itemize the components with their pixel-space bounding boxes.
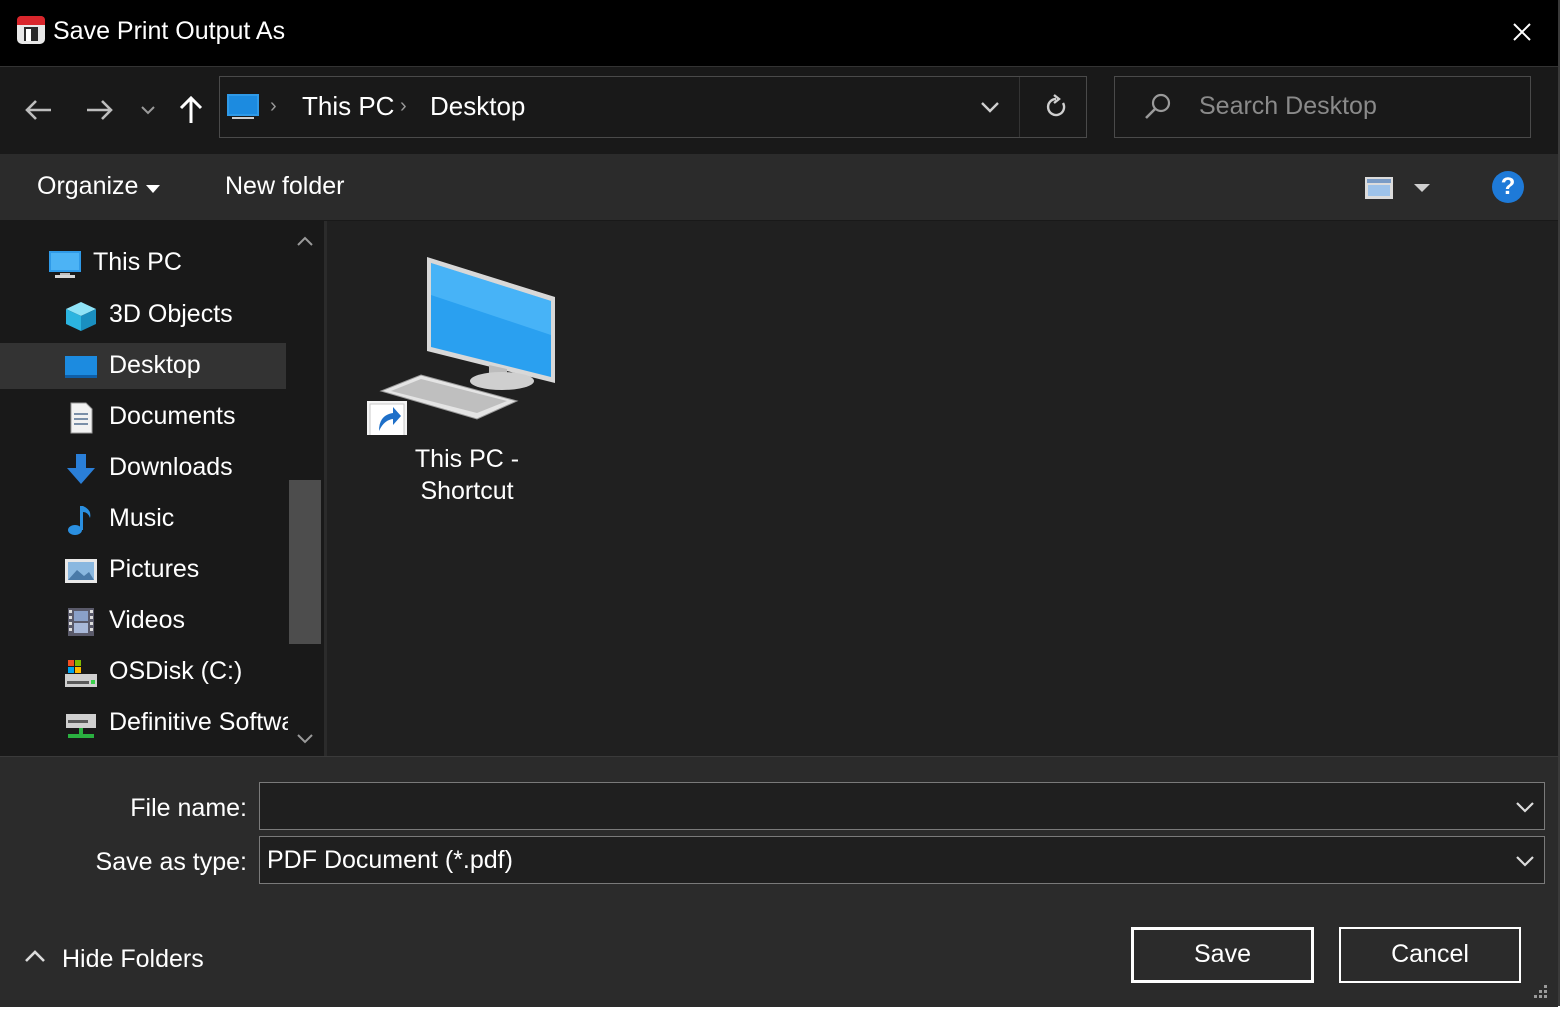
help-icon[interactable]: ? bbox=[1492, 171, 1524, 203]
sidebar-item-label: Videos bbox=[109, 606, 185, 634]
sidebar-item-downloads[interactable]: Downloads bbox=[0, 445, 286, 491]
sidebar-item-label: Desktop bbox=[109, 351, 201, 379]
arrow-left-icon bbox=[25, 100, 51, 120]
breadcrumb-this-pc[interactable]: This PC bbox=[302, 91, 394, 122]
hide-folders-button[interactable]: Hide Folders bbox=[62, 945, 204, 974]
close-icon bbox=[1513, 23, 1531, 41]
save-as-type-select[interactable]: PDF Document (*.pdf) bbox=[259, 836, 1545, 884]
scrollbar-thumb[interactable] bbox=[289, 480, 321, 644]
caret-down-icon[interactable] bbox=[1413, 183, 1431, 193]
navigation-bar: › This PC › Desktop Search Desktop bbox=[0, 67, 1558, 154]
sidebar-item-videos[interactable]: Videos bbox=[0, 598, 286, 644]
file-item-label-line: Shortcut bbox=[420, 477, 514, 505]
chevron-down-icon bbox=[1516, 802, 1534, 813]
desktop-icon bbox=[65, 356, 97, 378]
arrow-right-icon bbox=[87, 100, 113, 120]
breadcrumb-separator: › bbox=[400, 95, 407, 117]
up-button[interactable] bbox=[174, 93, 208, 127]
recent-locations-button[interactable] bbox=[133, 93, 163, 127]
sidebar-item-label: Music bbox=[109, 504, 175, 532]
organize-button[interactable]: Organize bbox=[37, 172, 138, 201]
command-toolbar: Organize New folder ? bbox=[0, 154, 1558, 220]
sidebar-item-label: 3D Objects bbox=[109, 300, 233, 328]
back-button[interactable] bbox=[21, 93, 55, 127]
drive-icon bbox=[65, 660, 97, 687]
sidebar-item-pictures[interactable]: Pictures bbox=[0, 547, 286, 593]
scroll-up-icon[interactable] bbox=[296, 235, 314, 247]
pictures-icon bbox=[65, 559, 97, 583]
window-title: Save Print Output As bbox=[53, 17, 286, 45]
file-item-label: This PC - Shortcut bbox=[387, 443, 547, 507]
this-pc-icon bbox=[49, 251, 81, 278]
search-placeholder: Search Desktop bbox=[1199, 92, 1377, 120]
sidebar-item-documents[interactable]: Documents bbox=[0, 394, 286, 440]
sidebar-item-label: OSDisk (C:) bbox=[109, 657, 243, 685]
file-name-field[interactable] bbox=[259, 782, 1545, 830]
save-button[interactable]: Save bbox=[1131, 927, 1314, 983]
search-icon bbox=[1145, 93, 1171, 119]
address-bar[interactable]: › This PC › Desktop bbox=[219, 76, 1087, 138]
sidebar-item-label: Definitive Softwa bbox=[109, 708, 296, 736]
resize-grip-icon[interactable] bbox=[1530, 983, 1550, 1003]
documents-icon bbox=[70, 402, 93, 434]
save-as-type-dropdown[interactable] bbox=[1512, 848, 1538, 874]
videos-icon bbox=[68, 608, 94, 636]
sidebar-item-label: Downloads bbox=[109, 453, 233, 481]
sidebar-item-osdisk[interactable]: OSDisk (C:) bbox=[0, 649, 286, 695]
file-list: This PC - Shortcut bbox=[327, 221, 1558, 756]
caret-down-icon bbox=[146, 185, 160, 193]
parallels-app-icon bbox=[17, 16, 45, 44]
music-icon bbox=[68, 506, 91, 535]
arrow-up-icon bbox=[179, 95, 203, 123]
scroll-down-icon[interactable] bbox=[296, 733, 314, 745]
refresh-button[interactable] bbox=[1032, 87, 1080, 127]
sidebar-item-label: This PC bbox=[93, 248, 182, 276]
sidebar-item-label: Documents bbox=[109, 402, 236, 430]
sidebar-item-this-pc[interactable]: This PC bbox=[0, 240, 286, 286]
search-box[interactable]: Search Desktop bbox=[1114, 76, 1531, 138]
view-options-icon[interactable] bbox=[1364, 176, 1394, 200]
sidebar-item-label: Pictures bbox=[109, 555, 200, 583]
breadcrumb-separator: › bbox=[270, 95, 277, 117]
computer-shortcut-icon bbox=[367, 257, 555, 441]
chevron-down-icon bbox=[981, 102, 999, 113]
chevron-down-icon bbox=[1516, 856, 1534, 867]
navigation-pane: This PC 3D Objects Desktop Documents Dow… bbox=[0, 221, 322, 756]
file-item-label-line: This PC - bbox=[414, 445, 520, 473]
save-dialog: Save Print Output As › This PC › Desktop… bbox=[0, 0, 1560, 1007]
chevron-up-icon[interactable] bbox=[22, 943, 48, 969]
save-as-type-label: Save as type: bbox=[95, 848, 247, 876]
this-pc-icon bbox=[227, 94, 259, 119]
forward-button[interactable] bbox=[83, 93, 117, 127]
file-item[interactable]: This PC - Shortcut bbox=[367, 255, 567, 515]
close-button[interactable] bbox=[1496, 8, 1548, 56]
save-as-type-value: PDF Document (*.pdf) bbox=[267, 846, 513, 874]
chevron-down-icon bbox=[141, 106, 155, 115]
sidebar-item-desktop[interactable]: Desktop bbox=[0, 343, 286, 389]
file-name-dropdown[interactable] bbox=[1512, 794, 1538, 820]
file-name-label: File name: bbox=[130, 794, 247, 822]
cancel-button[interactable]: Cancel bbox=[1339, 927, 1521, 983]
sidebar-item-3d-objects[interactable]: 3D Objects bbox=[0, 292, 286, 338]
sidebar-item-network-drive[interactable]: Definitive Softwa bbox=[0, 700, 295, 746]
address-history-dropdown[interactable] bbox=[970, 87, 1010, 127]
3d-objects-icon bbox=[66, 302, 96, 331]
sidebar-item-music[interactable]: Music bbox=[0, 496, 286, 542]
title-bar: Save Print Output As bbox=[0, 0, 1558, 67]
save-options-panel: File name: Save as type: PDF Document (*… bbox=[0, 756, 1558, 1007]
breadcrumb-desktop[interactable]: Desktop bbox=[430, 91, 525, 122]
network-drive-icon bbox=[66, 714, 96, 738]
downloads-icon bbox=[67, 454, 95, 484]
address-divider bbox=[1019, 77, 1020, 137]
new-folder-button[interactable]: New folder bbox=[225, 172, 345, 201]
refresh-icon bbox=[1046, 94, 1066, 117]
